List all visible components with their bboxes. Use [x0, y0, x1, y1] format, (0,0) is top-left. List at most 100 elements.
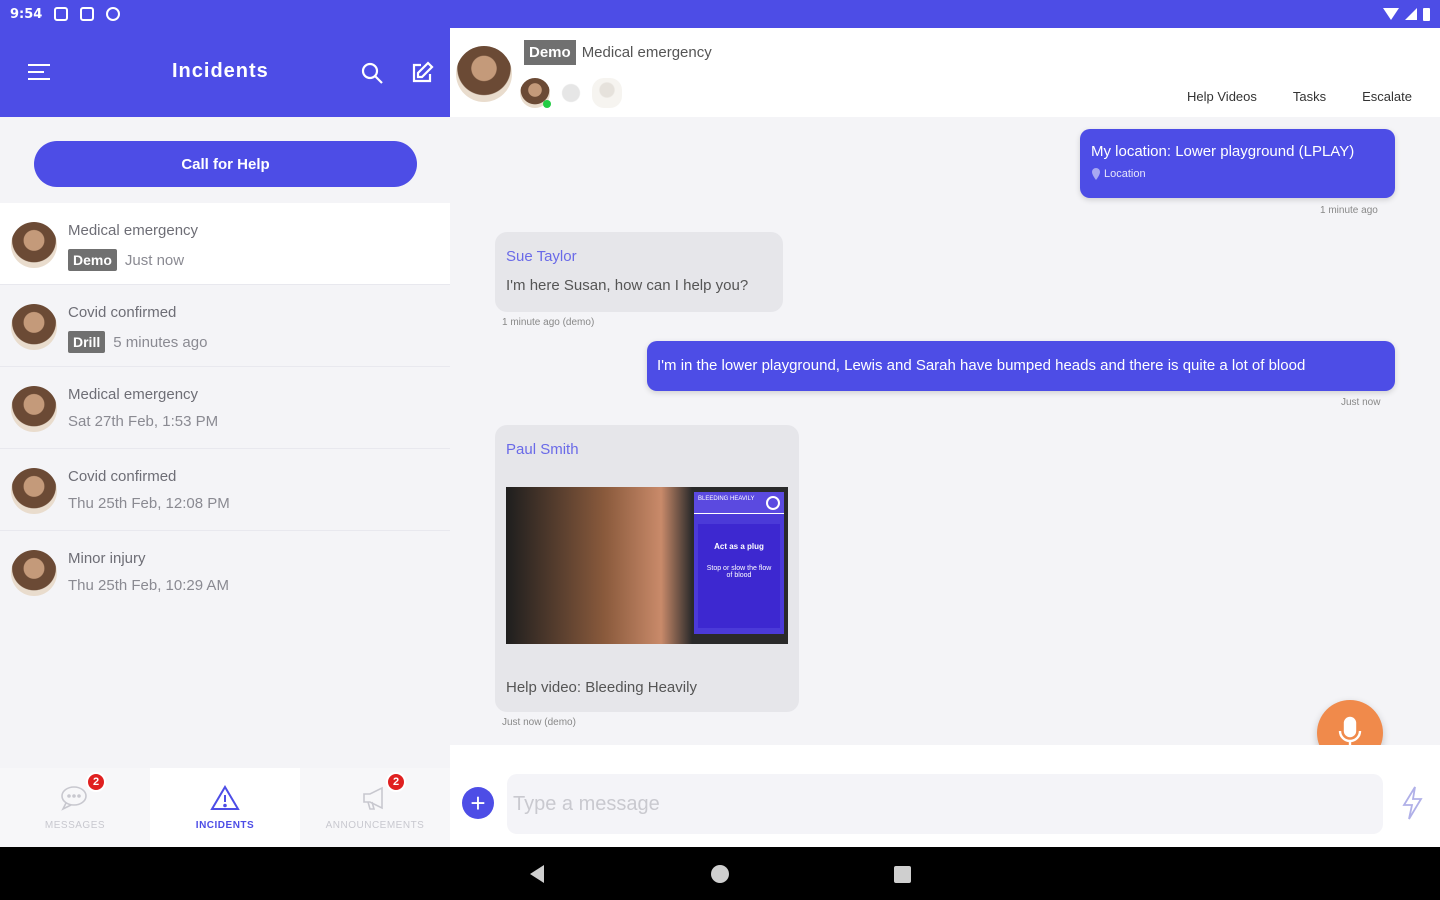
nav-announcements[interactable]: 2 ANNOUNCEMENTS — [300, 768, 450, 847]
announcements-badge: 2 — [386, 772, 406, 792]
chat-actions: Help Videos Tasks Escalate — [1187, 89, 1412, 104]
chat-tag: Demo — [524, 40, 576, 65]
video-overlay-panel: BLEEDING HEAVILY Act as a plug Stop or s… — [694, 492, 784, 634]
message-timestamp: Just now (demo) — [502, 717, 576, 728]
nav-incidents-label: INCIDENTS — [195, 820, 255, 831]
incident-meta: Sat 27th Feb, 1:53 PM — [68, 413, 218, 430]
help-videos-button[interactable]: Help Videos — [1187, 89, 1257, 104]
incident-tag: Demo — [68, 249, 117, 271]
incident-meta: Demo Just now — [68, 249, 184, 271]
location-attachment[interactable]: Location — [1091, 168, 1384, 180]
message-timestamp: Just now — [1341, 397, 1381, 408]
participants — [520, 78, 622, 108]
message-text: I'm here Susan, how can I help you? — [506, 277, 749, 294]
system-navigation-bar — [0, 847, 1440, 900]
message-text: My location: Lower playground (LPLAY) — [1091, 143, 1355, 160]
video-panel-line2: Stop or slow the flow of blood — [706, 565, 772, 579]
avatar — [11, 468, 57, 514]
message-thread: My location: Lower playground (LPLAY) Lo… — [450, 117, 1440, 745]
shield-status-icon — [54, 7, 69, 21]
incident-title: Medical emergency — [68, 386, 199, 403]
status-bar: 9:54 — [0, 0, 1440, 28]
incident-title: Minor injury — [68, 550, 146, 567]
help-video-thumbnail[interactable]: BLEEDING HEAVILY Act as a plug Stop or s… — [506, 487, 788, 644]
call-for-help-button[interactable]: Call for Help — [34, 141, 417, 187]
outgoing-message: My location: Lower playground (LPLAY) Lo… — [1080, 129, 1395, 198]
avatar — [11, 304, 57, 350]
compose-icon[interactable] — [410, 61, 434, 85]
nav-messages[interactable]: 2 MESSAGES — [0, 768, 150, 847]
recent-apps-icon[interactable] — [894, 866, 911, 883]
status-indicators — [1383, 7, 1430, 21]
participant-avatar[interactable] — [556, 78, 586, 108]
outgoing-message: I'm in the lower playground, Lewis and S… — [647, 341, 1395, 391]
messages-badge: 2 — [86, 772, 106, 792]
megaphone-icon: 2 — [360, 772, 406, 812]
location-label: Location — [1104, 168, 1146, 180]
chat-header: Demo Medical emergency Help Videos Tasks… — [450, 28, 1440, 117]
menu-icon[interactable] — [28, 64, 50, 82]
back-icon[interactable] — [530, 865, 544, 883]
sidebar-title: Incidents — [172, 60, 269, 82]
incident-time: 5 minutes ago — [113, 333, 208, 351]
chat-title-row: Demo Medical emergency — [524, 40, 712, 65]
avatar — [11, 550, 57, 596]
incident-list: Medical emergency Demo Just now Covid co… — [0, 203, 450, 613]
avatar — [11, 222, 57, 268]
video-panel-line1: Act as a plug — [714, 542, 764, 551]
video-caption: Help video: Bleeding Heavily — [506, 679, 697, 696]
incoming-message: Sue Taylor I'm here Susan, how can I hel… — [495, 232, 783, 312]
participant-avatar[interactable] — [520, 78, 551, 108]
incident-time: Thu 25th Feb, 10:29 AM — [68, 577, 229, 594]
incoming-video-message: Paul Smith BLEEDING HEAVILY Act as a plu… — [495, 425, 799, 712]
online-indicator — [543, 100, 551, 108]
signal-icon — [1405, 8, 1417, 20]
notification-status-icon — [80, 7, 95, 21]
incident-sidebar: Call for Help Medical emergency Demo Jus… — [0, 117, 450, 847]
home-icon[interactable] — [711, 865, 729, 883]
avatar[interactable] — [456, 46, 512, 102]
incident-item[interactable]: Medical emergency Demo Just now — [0, 203, 450, 285]
tasks-button[interactable]: Tasks — [1293, 89, 1326, 104]
video-panel-body: Act as a plug Stop or slow the flow of b… — [698, 524, 780, 628]
incident-time: Sat 27th Feb, 1:53 PM — [68, 413, 219, 430]
status-time: 9:54 — [10, 6, 43, 22]
avatar — [11, 386, 57, 432]
message-text: I'm in the lower playground, Lewis and S… — [657, 357, 1306, 374]
nav-incidents[interactable]: INCIDENTS — [150, 768, 300, 847]
incident-meta: Thu 25th Feb, 10:29 AM — [68, 577, 229, 594]
quick-reply-icon[interactable] — [1400, 785, 1424, 821]
battery-icon — [1423, 7, 1430, 21]
incident-item[interactable]: Minor injury Thu 25th Feb, 10:29 AM — [0, 531, 450, 613]
participant-avatar[interactable] — [592, 78, 622, 108]
chat-bubble-icon: 2 — [60, 772, 106, 812]
add-attachment-button[interactable]: + — [462, 787, 494, 819]
nav-messages-label: MESSAGES — [44, 820, 106, 831]
incident-tag: Drill — [68, 331, 106, 353]
incident-time: Thu 25th Feb, 12:08 PM — [68, 495, 230, 512]
incident-item[interactable]: Covid confirmed Drill 5 minutes ago — [0, 285, 450, 367]
incident-title: Covid confirmed — [68, 304, 177, 321]
bottom-navigation: 2 MESSAGES INCIDENTS 2 ANNOUNCEMENTS — [0, 768, 450, 847]
message-timestamp: 1 minute ago — [1320, 205, 1378, 216]
message-sender: Sue Taylor — [506, 248, 577, 265]
message-input[interactable] — [507, 774, 1383, 834]
chat-title: Medical emergency — [581, 44, 712, 61]
escalate-button[interactable]: Escalate — [1362, 89, 1412, 104]
nav-announcements-label: ANNOUNCEMENTS — [325, 820, 425, 831]
incident-meta: Thu 25th Feb, 12:08 PM — [68, 495, 230, 512]
close-icon — [766, 496, 780, 510]
incident-item[interactable]: Covid confirmed Thu 25th Feb, 12:08 PM — [0, 449, 450, 531]
wifi-icon — [1383, 8, 1399, 20]
app-status-icon — [106, 7, 121, 21]
message-timestamp: 1 minute ago (demo) — [502, 317, 595, 328]
search-icon[interactable] — [360, 61, 384, 85]
sidebar-header: Incidents — [0, 28, 450, 117]
incident-item[interactable]: Medical emergency Sat 27th Feb, 1:53 PM — [0, 367, 450, 449]
incident-meta: Drill 5 minutes ago — [68, 331, 207, 353]
message-sender: Paul Smith — [506, 441, 579, 458]
incident-title: Medical emergency — [68, 222, 199, 239]
incident-title: Covid confirmed — [68, 468, 177, 485]
location-pin-icon — [1092, 168, 1100, 180]
warning-triangle-icon — [210, 784, 240, 812]
